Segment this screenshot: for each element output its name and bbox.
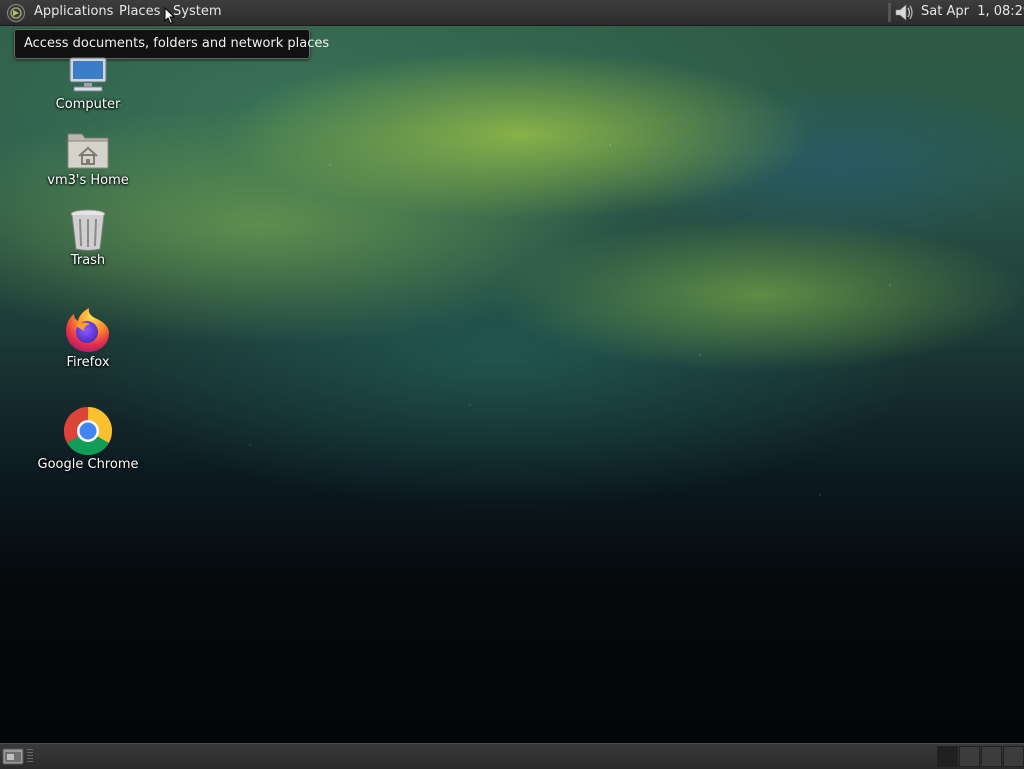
trash-icon (70, 209, 106, 251)
workspace-4[interactable] (1003, 746, 1024, 767)
mouse-cursor-icon (164, 7, 176, 25)
desktop-icon-label: vm3's Home (47, 173, 129, 188)
desktop-icon-computer[interactable]: Computer (28, 56, 148, 112)
desktop-icon-chrome[interactable]: Google Chrome (28, 406, 148, 472)
show-desktop-icon[interactable] (2, 747, 24, 766)
desktop-wallpaper (0, 25, 1024, 743)
desktop-icon-trash[interactable]: Trash (28, 208, 148, 268)
wallpaper-stars (0, 25, 1024, 743)
top-panel: Applications Places System Sat Apr 1, 08… (0, 0, 1024, 26)
desktop-icon-firefox[interactable]: Firefox (28, 306, 148, 370)
workspace-1[interactable] (937, 746, 958, 767)
menu-places[interactable]: Places (119, 4, 160, 19)
volume-icon[interactable] (888, 2, 914, 23)
main-menu-logo-icon[interactable] (6, 3, 26, 23)
desktop-icon-label: Google Chrome (37, 457, 139, 472)
desktop-icon-label: Trash (70, 253, 106, 268)
panel-grip-handle[interactable] (27, 749, 33, 764)
clock[interactable]: Sat Apr 1, 08:29 (921, 4, 1024, 19)
workspace-2[interactable] (959, 746, 980, 767)
home-folder-icon (67, 133, 109, 169)
chrome-icon (63, 407, 113, 456)
desktop-icon-home[interactable]: vm3's Home (28, 128, 148, 188)
places-tooltip: Access documents, folders and network pl… (14, 29, 329, 59)
menu-applications[interactable]: Applications (34, 4, 113, 19)
menu-system[interactable]: System (173, 4, 221, 19)
bottom-panel (0, 743, 1024, 769)
desktop-icon-label: Firefox (66, 355, 110, 370)
workspace-3[interactable] (981, 746, 1002, 767)
firefox-icon (66, 308, 109, 352)
computer-icon (69, 57, 107, 92)
desktop-icon-label: Computer (55, 97, 121, 112)
